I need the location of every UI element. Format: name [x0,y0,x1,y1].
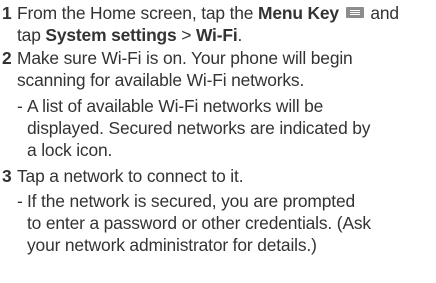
note-dash: - [17,191,23,211]
step-text-segment: From the Home screen, tap the [17,3,259,23]
note-dash: - [17,96,23,116]
step-number: 3 [2,166,12,186]
note-text: A list of available Wi-Fi networks will … [27,95,436,161]
note-line: your network administrator for details.) [27,235,317,255]
menu-key-icon [345,7,364,18]
step-line: Tap a network to connect to it. [17,166,244,186]
step-text: From the Home screen, tap the Menu Key a… [17,2,436,46]
note-line: A list of available Wi-Fi networks will … [27,96,324,116]
step-text-segment: tap [17,25,46,45]
step-text-segment: . [237,25,243,45]
menu-key-label: Menu Key [258,3,339,23]
note-line: displayed. Secured networks are indicate… [27,118,371,138]
wifi-label: Wi-Fi [195,25,238,45]
instructions-document: 1 From the Home screen, tap the Menu Key… [0,0,436,283]
step-line: Make sure Wi-Fi is on. Your phone will b… [17,48,353,68]
note-text: If the network is secured, you are promp… [27,190,436,256]
step-text: Make sure Wi-Fi is on. Your phone will b… [17,47,436,91]
step-number: 2 [2,48,12,68]
step-number: 1 [2,3,12,23]
step-text: Tap a network to connect to it. [17,165,436,187]
step-text-segment: and [365,3,399,23]
note-line: a lock icon. [27,140,113,160]
step-line: scanning for available Wi-Fi networks. [17,70,305,90]
step-line: tap System settings > Wi-Fi. [17,24,436,46]
system-settings-label: System settings [45,25,177,45]
step-line: From the Home screen, tap the Menu Key a… [17,2,436,24]
note-line: If the network is secured, you are promp… [27,191,356,211]
note-line: to enter a password or other credentials… [27,213,371,233]
step-text-segment: > [176,25,196,45]
